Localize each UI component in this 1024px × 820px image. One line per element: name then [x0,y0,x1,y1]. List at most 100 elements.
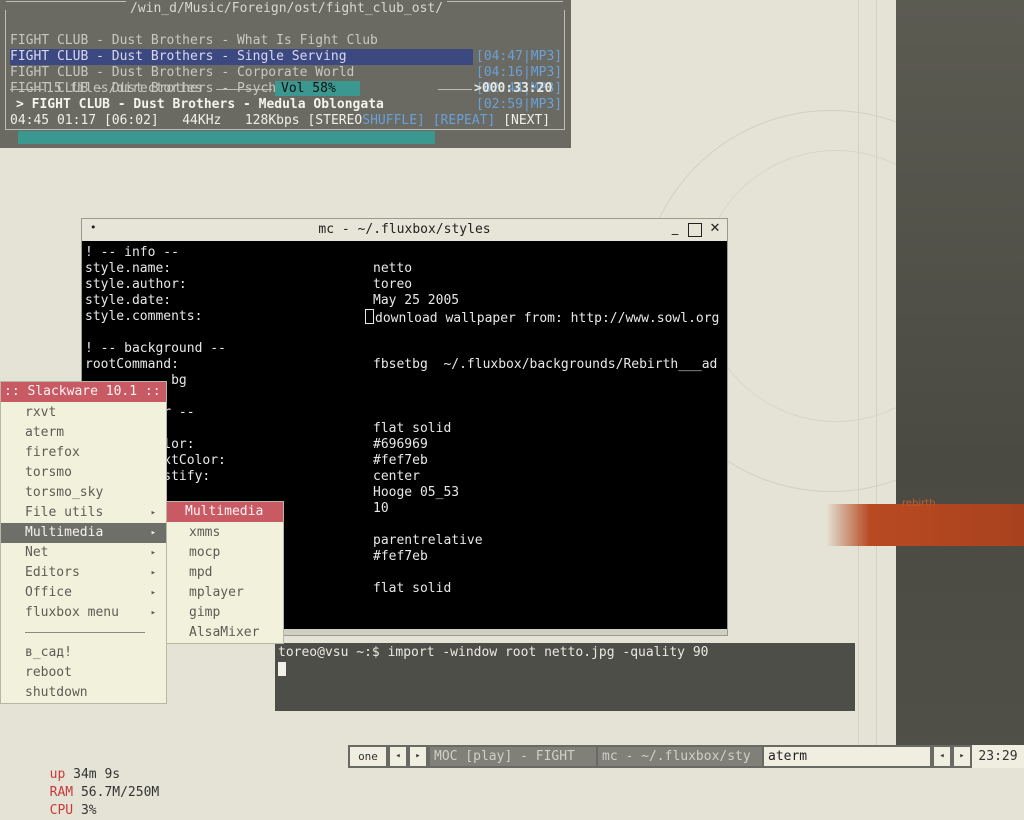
style-value: Hooge 05_53 [373,485,460,500]
submenu-arrow-icon: ▸ [150,568,156,578]
style-value: parentrelative [373,533,483,548]
menu-item-label: aterm [25,425,65,440]
multimedia-submenu[interactable]: Multimedia xmms mocp mpd mplayer gimp AlsaMix… [166,501,284,644]
submenu-item-mplayer[interactable]: mplayer [167,583,283,603]
style-key: style.name: [85,261,172,276]
menu-item-fluxbox-menu[interactable]: fluxbox menu ▸ [1,603,166,623]
menu-item-label: torsmo_sky [25,485,104,500]
player-divider [10,89,44,90]
mc-window-title: mc - ~/.fluxbox/styles [318,222,491,237]
menu-item-label: firefox [25,445,80,460]
style-value: flat solid [373,581,452,596]
playback-progress-bar[interactable] [18,131,435,144]
style-value: flat solid [373,421,452,436]
close-icon[interactable]: ✕ [708,222,722,236]
menu-item-label: Multimedia [25,525,104,540]
menu-item-action[interactable]: в_сад! [1,643,166,663]
wallpaper-dark-band [896,0,1024,768]
style-key: style.date: [85,293,172,308]
mc-titlebar[interactable]: • mc - ~/.fluxbox/styles _ ✕ [82,219,727,241]
submenu-item-alsamixer[interactable]: AlsaMixer [167,623,283,643]
style-value: 10 [373,501,389,516]
playlist-item[interactable]: FIGHT CLUB - Dust Brothers - Corporate W… [10,49,581,96]
menu-item-label: Editors [25,565,80,580]
task-aterm[interactable]: aterm [764,747,930,766]
menu-item-action[interactable]: shutdown [1,683,166,703]
style-value: #696969 [373,437,428,452]
menu-item-aterm[interactable]: aterm [1,423,166,443]
submenu-item-xmms[interactable]: xmms [167,523,283,543]
ram-label: RAM [49,785,74,800]
submenu-title[interactable]: Multimedia [167,502,283,522]
submenu-arrow-icon: ▸ [150,608,156,618]
menu-item-firefox[interactable]: firefox [1,443,166,463]
task-mc[interactable]: mc - ~/.fluxbox/sty [598,747,762,766]
cpu-value: 3% [73,803,97,818]
style-value: download wallpaper from: http://www.sowl… [365,309,719,327]
cpu-label: CPU [49,803,74,818]
player-path: /win_d/Music/Foreign/ost/fight_club_ost/ [126,1,448,17]
submenu-arrow-icon: ▸ [150,508,156,518]
bitrate: 128 [244,113,269,128]
fluxbox-toolbar[interactable]: one ◂ ▸ MOC [play] - FIGHT mc - ~/.fluxb… [348,745,1016,768]
editor-cursor [365,309,374,324]
window-next-icon[interactable]: ▸ [954,747,970,766]
playlist-item[interactable]: FIGHT CLUB - Dust Brothers - What Is Fig… [10,17,581,64]
task-moc[interactable]: MOC [play] - FIGHT [430,747,596,766]
menu-separator [25,632,145,633]
volume-bar[interactable]: Vol 58% [275,81,360,96]
player-info-line: 04:45 01:17 [06:02] 44KHz 128Kbps [STERE… [10,113,550,129]
style-key: style.author: [85,277,187,292]
time-total: [06:02] [103,113,159,128]
text-cursor [278,662,286,676]
menu-item-label: Net [25,545,49,560]
submenu-item-mpd[interactable]: mpd [167,563,283,583]
style-value: #fef7eb [373,453,428,468]
style-key: ! -- background -- [85,341,226,356]
time-left: 04:45 [10,113,50,128]
menu-item-editors[interactable]: Editors ▸ [1,563,166,583]
root-menu[interactable]: :: Slackware 10.1 :: rxvtatermfirefoxtor… [0,381,167,704]
minimize-icon[interactable]: _ [668,222,682,236]
menu-item-multimedia[interactable]: Multimedia ▸ [1,523,166,543]
root-menu-title[interactable]: :: Slackware 10.1 :: [1,382,166,402]
style-value: #fef7eb [373,549,428,564]
style-key: style.comments: [85,309,203,324]
menu-item-torsmo[interactable]: torsmo [1,463,166,483]
next-toggle[interactable]: [NEXT] [503,113,550,128]
menu-item-rxvt[interactable]: rxvt [1,403,166,423]
submenu-item-gimp[interactable]: gimp [167,603,283,623]
wallpaper-line [876,0,877,768]
playlist-item[interactable]: FIGHT CLUB - Dust Brothers - Psycho Boy … [10,65,581,112]
total-time: >000:33:20 [474,81,553,96]
wallpaper-line [858,0,859,768]
bitrate-unit: Kbps [268,113,300,128]
window-prev-icon[interactable]: ◂ [934,747,950,766]
menu-item-torsmo-sky[interactable]: torsmo_sky [1,483,166,503]
menu-item-file-utils[interactable]: File utils ▸ [1,503,166,523]
repeat-toggle[interactable]: [REPEAT] [433,113,496,128]
workspace-name[interactable]: one [350,747,386,766]
maximize-icon[interactable] [688,223,702,237]
submenu-arrow-icon: ▸ [150,528,156,538]
player-divider [438,89,472,90]
style-value: fbsetbg ~/.fluxbox/backgrounds/Rebirth__… [373,357,718,372]
menu-item-label: fluxbox menu [25,605,119,620]
shuffle-toggle[interactable]: SHUFFLE] [362,113,425,128]
menu-item-office[interactable]: Office ▸ [1,583,166,603]
files-count: 15 files/directories [46,81,203,96]
submenu-arrow-icon: ▸ [150,588,156,598]
style-value: netto [373,261,413,276]
music-player-window[interactable]: /win_d/Music/Foreign/ost/fight_club_ost/… [0,0,571,148]
style-value: toreo [373,277,413,292]
submenu-item-mocp[interactable]: mocp [167,543,283,563]
time-elapsed: 01:17 [56,113,97,128]
menu-item-action[interactable]: reboot [1,663,166,683]
wallpaper-stripe [826,504,1024,546]
playlist-item-selected[interactable]: FIGHT CLUB - Dust Brothers - Single Serv… [10,33,581,80]
workspace-next-icon[interactable]: ▸ [410,747,426,766]
style-value: center [373,469,420,484]
workspace-prev-icon[interactable]: ◂ [390,747,406,766]
aterm-window[interactable]: toreo@vsu ~:$ import -window root netto.… [275,643,855,711]
menu-item-net[interactable]: Net ▸ [1,543,166,563]
